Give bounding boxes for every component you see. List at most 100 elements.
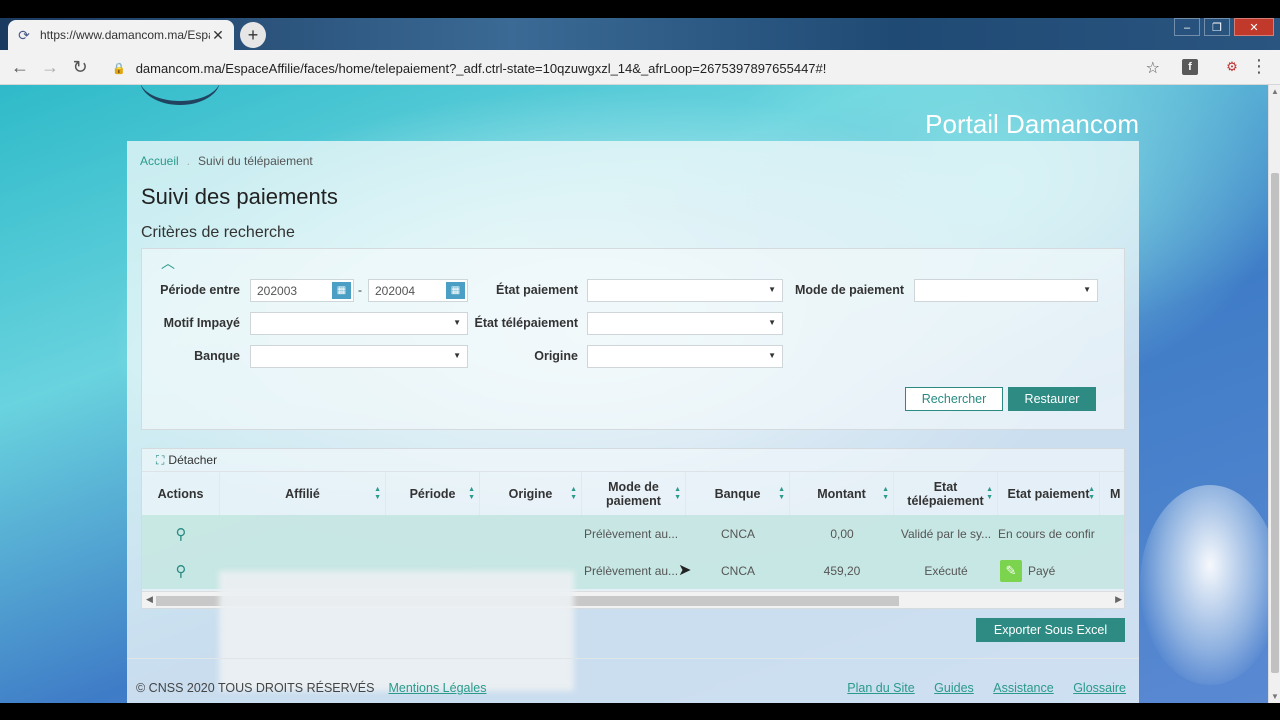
cell-etat-paiement-text: Payé [1028,563,1056,578]
col-affilie[interactable]: Affilié ▲ ▼ [220,472,386,516]
col-mode-paiement[interactable]: Mode de paiement ▲ ▼ [582,472,686,516]
origine-label: Origine [534,349,578,363]
sort-icon[interactable]: ▲ ▼ [1088,486,1095,502]
minimize-button[interactable]: – [1174,18,1200,36]
page-title: Suivi des paiements [141,184,338,209]
calendar-icon[interactable]: ▦ [332,282,351,299]
sort-icon[interactable]: ▲ ▼ [882,486,889,502]
cell-banque: CNCA [720,526,755,541]
footer: © CNSS 2020 TOUS DROITS RÉSERVÉS Mentions… [136,681,486,695]
breadcrumb-home-link[interactable]: Accueil [140,154,179,168]
bottom-border [0,703,1280,720]
col-banque[interactable]: Banque ▲ ▼ [686,472,790,516]
col-m: M [1100,472,1124,516]
sort-icon[interactable]: ▲ ▼ [986,486,993,502]
cell-montant: 459,20 [823,563,861,578]
url-text: damancom.ma/EspaceAffilie/faces/home/tel… [135,60,827,76]
collapse-chevron-icon[interactable]: ︿ [161,253,175,273]
maximize-button[interactable]: ❐ [1204,18,1230,36]
sort-icon[interactable]: ▲ ▼ [374,486,381,502]
dropdown-arrow-icon: ▼ [768,351,776,360]
scroll-left-icon[interactable]: ◀ [146,594,153,605]
dropdown-arrow-icon: ▼ [453,351,461,360]
dropdown-arrow-icon: ▼ [453,318,461,327]
criteria-title: Critères de recherche [141,224,295,241]
table-row[interactable]: ⚲ Prélèvement au... CNCA 0,00 Validé par… [142,515,1124,552]
banque-select[interactable]: ▼ [250,345,468,368]
sort-icon[interactable]: ▲ ▼ [468,486,475,502]
col-affilie-label: Affilié [285,487,320,501]
back-icon[interactable]: ← [5,57,35,78]
new-tab-button[interactable]: + [240,22,266,48]
dropdown-arrow-icon: ▼ [1083,285,1091,294]
periode-from-value: 202003 [257,284,298,298]
detach-button[interactable]: ⛶ Détacher [156,453,217,468]
etat-paiement-select[interactable]: ▼ [587,279,783,302]
browser-tab[interactable]: ⟳ https://www.damancom.ma/EspaceAffilie … [8,20,234,50]
col-etat-telepaiement[interactable]: Etat télépaiement ▲ ▼ [894,472,998,516]
search-criteria-box: ︿ Période entre 202003 ▦ - 202004 ▦ État… [141,248,1125,430]
calendar-icon[interactable]: ▦ [446,282,465,299]
scroll-down-icon[interactable]: ▼ [1269,692,1280,701]
browser-menu-icon[interactable]: ⋮ [1250,56,1268,77]
etat-telepaiement-select[interactable]: ▼ [587,312,783,335]
sort-icon[interactable]: ▲ ▼ [570,486,577,502]
mode-paiement-label: Mode de paiement [794,283,904,297]
col-origine[interactable]: Origine ▲ ▼ [480,472,582,516]
guides-link[interactable]: Guides [934,681,974,695]
footer-divider [127,658,1139,659]
detach-label: Détacher [168,453,218,467]
view-search-icon[interactable]: ⚲ [142,552,220,589]
page-scroll-thumb[interactable] [1271,173,1279,673]
forward-icon[interactable]: → [35,57,65,78]
col-origine-label: Origine [508,487,553,501]
content-panel: Accueil. Suivi du télépaiement Suivi des … [127,141,1139,703]
col-montant[interactable]: Montant ▲ ▼ [790,472,894,516]
origine-select[interactable]: ▼ [587,345,783,368]
reset-button[interactable]: Restaurer [1008,387,1096,411]
window-close-button[interactable]: ✕ [1234,18,1274,36]
periode-separator: - [358,283,362,297]
copyright-text: © CNSS 2020 TOUS DROITS RÉSERVÉS [136,681,375,695]
cell-montant: 0,00 [830,526,854,541]
top-border [0,0,1280,18]
periode-from-input[interactable]: 202003 ▦ [250,279,354,302]
breadcrumb-current: Suivi du télépaiement [198,154,313,168]
legal-link[interactable]: Mentions Légales [388,681,486,695]
col-etat-paiement[interactable]: Etat paiement ▲ ▼ [998,472,1100,516]
cell-mode: Prélèvement au... [584,563,679,578]
export-excel-button[interactable]: Exporter Sous Excel [976,618,1125,642]
bookmark-star-icon[interactable]: ☆ [1146,58,1160,78]
facebook-extension-icon[interactable]: f [1182,59,1198,75]
cell-etat-paiement: En cours de confir [998,526,1095,541]
banque-label: Banque [194,349,240,363]
cell-etat-tele: Validé par le sy... [900,526,992,541]
mode-paiement-select[interactable]: ▼ [914,279,1098,302]
view-search-icon[interactable]: ⚲ [142,515,220,552]
periode-to-input[interactable]: 202004 ▦ [368,279,468,302]
page-scrollbar[interactable]: ▲ ▼ [1268,85,1280,703]
tab-close-icon[interactable]: ✕ [210,27,226,44]
col-etat-paiement-label: Etat paiement [1007,487,1090,501]
cell-etat-tele: Exécuté [924,563,968,578]
search-button[interactable]: Rechercher [905,387,1003,411]
plan-du-site-link[interactable]: Plan du Site [847,681,914,695]
cell-mode: Prélèvement au... [584,526,679,541]
extension-icon[interactable]: ⚙ [1224,59,1240,75]
motif-impaye-select[interactable]: ▼ [250,312,468,335]
col-periode[interactable]: Période ▲ ▼ [386,472,480,516]
col-montant-label: Montant [817,487,866,501]
scroll-up-icon[interactable]: ▲ [1269,87,1280,96]
lock-icon: 🔒 [112,62,126,75]
dropdown-arrow-icon: ▼ [768,318,776,327]
periode-label: Période entre [160,283,240,297]
sort-icon[interactable]: ▲ ▼ [778,486,785,502]
reload-icon[interactable]: ↻ [65,57,95,78]
assistance-link[interactable]: Assistance [993,681,1053,695]
tab-bar: ⟳ https://www.damancom.ma/EspaceAffilie … [0,18,1280,50]
scroll-right-icon[interactable]: ▶ [1115,594,1122,605]
glossaire-link[interactable]: Glossaire [1073,681,1126,695]
paid-status-icon: ✎ [1000,559,1022,582]
url-field[interactable]: 🔒 damancom.ma/EspaceAffilie/faces/home/t… [100,55,1170,81]
sort-icon[interactable]: ▲ ▼ [674,486,681,502]
